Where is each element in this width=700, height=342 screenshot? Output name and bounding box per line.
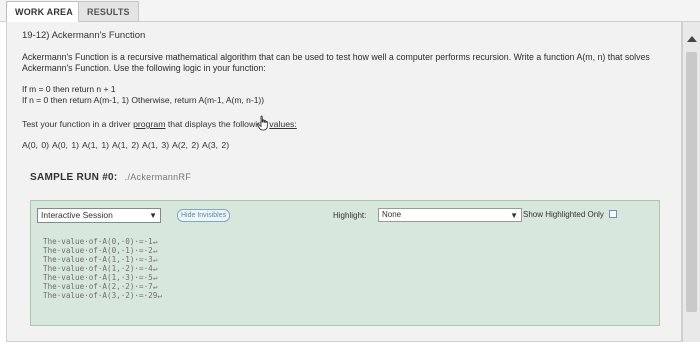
highlight-value: None [382,210,402,219]
triangle-up-icon[interactable] [687,36,697,42]
problem-title: 19-12) Ackermann's Function [22,30,146,41]
required-calls: A(0, 0) A(0, 1) A(1, 1) A(1, 2) A(1, 3) … [22,140,230,150]
output-line: The·value·of·A(0,·1)·=·2↵ [43,246,158,255]
program-link[interactable]: program [133,119,165,129]
output-line: The·value·of·A(1,·2)·=·4↵ [43,264,158,273]
sample-run-label: SAMPLE RUN #0: [30,172,118,183]
values-link[interactable]: values: [269,119,297,129]
show-highlighted-label: Show Highlighted Only [523,210,604,219]
highlight-select[interactable]: None ▼ [378,208,522,222]
highlight-label: Highlight: [333,211,367,220]
tab-work-area[interactable]: WORK AREA [6,1,82,22]
rule-line: If m = 0 then return n + 1 [22,84,116,94]
output-line: The·value·of·A(2,·2)·=·7↵ [43,282,158,291]
output-line: The·value·of·A(1,·1)·=·3↵ [43,255,158,264]
session-panel: Interactive Session ▼ Hide Invisibles Hi… [30,200,660,326]
chevron-down-icon: ▼ [510,211,518,220]
problem-description: Ackermann's Function is a recursive math… [22,52,650,73]
sample-run-header: SAMPLE RUN #0: ./AckermannRF [30,172,191,183]
session-mode-value: Interactive Session [41,210,113,220]
show-highlighted-checkbox[interactable] [609,210,618,218]
test-middle: that displays the following [167,119,267,129]
program-output: The·value·of·A(0,·0)·=·1↵ The·value·of·A… [37,231,645,319]
chevron-down-icon: ▼ [149,211,157,220]
tab-bar: WORK AREA RESULTS [0,0,700,22]
show-highlighted-only[interactable]: Show Highlighted Only [523,210,618,219]
tab-results[interactable]: RESULTS [78,1,139,22]
hand-pointer-icon [256,115,268,131]
output-line: The·value·of·A(0,·0)·=·1↵ [43,237,158,246]
scrollbar-thumb[interactable] [686,52,697,312]
output-line: The·value·of·A(3,·2)·=·29↵ [43,291,162,300]
output-line: The·value·of·A(1,·3)·=·5↵ [43,273,158,282]
vertical-scrollbar[interactable] [682,22,700,342]
session-mode-select[interactable]: Interactive Session ▼ [37,208,161,223]
sample-run-path: ./AckermannRF [124,172,192,182]
hide-invisibles-button[interactable]: Hide Invisibles [177,209,231,222]
test-prefix: Test your function in a driver [22,119,131,129]
rule-line: If n = 0 then return A(m-1, 1) Otherwise… [22,95,265,105]
